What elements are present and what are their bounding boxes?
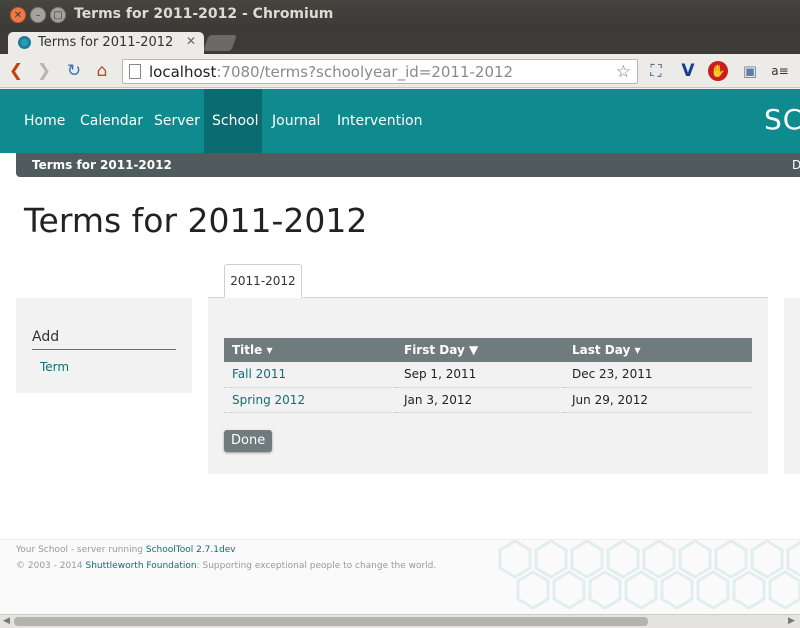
column-header-last-day[interactable]: Last Day ▾ xyxy=(564,338,752,362)
column-header-title[interactable]: Title ▾ xyxy=(224,338,396,362)
shuttleworth-link[interactable]: Shuttleworth Foundation xyxy=(86,561,197,571)
adblock-extension-icon[interactable]: ✋ xyxy=(708,61,728,81)
schooltool-favicon-icon xyxy=(18,36,31,49)
image-extension-icon[interactable]: ▣ xyxy=(740,61,760,81)
star-icon[interactable]: ☆ xyxy=(616,62,631,82)
screenshot-extension-icon[interactable]: ⛶ xyxy=(646,61,666,81)
translate-extension-icon[interactable]: a≡ xyxy=(770,61,790,81)
term-title-link[interactable]: Fall 2011 xyxy=(232,367,286,381)
nav-item-journal[interactable]: Journal xyxy=(264,89,328,153)
breadcrumb-current: Terms for 2011-2012 xyxy=(32,158,172,172)
back-icon[interactable]: ❮ xyxy=(6,61,26,81)
address-bar[interactable]: localhost:7080/terms?schoolyear_id=2011-… xyxy=(122,59,638,84)
table-row: Spring 2012 Jan 3, 2012 Jun 29, 2012 xyxy=(224,387,752,413)
minimize-window-button[interactable]: – xyxy=(30,7,46,23)
add-panel-heading: Add xyxy=(32,329,176,350)
window-titlebar: ✕ – □ Terms for 2011-2012 - Chromium xyxy=(0,0,800,30)
main-navigation: Home Calendar Server School Journal Inte… xyxy=(0,89,800,153)
brand-logo[interactable]: SC xyxy=(764,103,800,136)
footer: Your School - server running SchoolTool … xyxy=(0,539,800,614)
add-panel: Add Term xyxy=(16,298,192,393)
nav-item-server[interactable]: Server xyxy=(146,89,208,153)
maximize-window-button[interactable]: □ xyxy=(50,7,66,23)
term-last-day: Jun 29, 2012 xyxy=(564,387,752,413)
page-icon xyxy=(129,64,141,79)
scroll-left-arrow-icon[interactable]: ◀ xyxy=(3,615,10,628)
new-tab-button[interactable] xyxy=(203,35,237,51)
breadcrumb: Terms for 2011-2012 D xyxy=(16,153,800,177)
tab-2011-2012[interactable]: 2011-2012 xyxy=(224,264,302,298)
terms-table: Title ▾ First Day ▼ Last Day ▾ Fall 2011… xyxy=(224,338,752,413)
term-first-day: Jan 3, 2012 xyxy=(396,387,564,413)
schooltool-link[interactable]: SchoolTool 2.7.1dev xyxy=(146,545,236,555)
footer-server-line: Your School - server running SchoolTool … xyxy=(16,545,236,555)
horizontal-scrollbar[interactable]: ◀ ▶ xyxy=(0,614,800,628)
web-page: Home Calendar Server School Journal Inte… xyxy=(0,89,800,614)
term-last-day: Dec 23, 2011 xyxy=(564,362,752,388)
close-window-button[interactable]: ✕ xyxy=(10,7,26,23)
browser-toolbar: ❮ ❯ ↻ ⌂ localhost:7080/terms?schoolyear_… xyxy=(0,54,800,88)
reload-icon[interactable]: ↻ xyxy=(64,61,84,81)
forward-icon[interactable]: ❯ xyxy=(34,61,54,81)
term-title-link[interactable]: Spring 2012 xyxy=(232,393,305,407)
tab-close-icon[interactable]: ✕ xyxy=(186,34,196,48)
browser-tab-strip: Terms for 2011-2012 ✕ xyxy=(0,30,800,55)
done-button[interactable]: Done xyxy=(224,430,273,452)
breadcrumb-right[interactable]: D xyxy=(792,158,800,172)
browser-tab[interactable]: Terms for 2011-2012 ✕ xyxy=(8,32,204,55)
scrollbar-thumb[interactable] xyxy=(14,617,648,626)
nav-item-calendar[interactable]: Calendar xyxy=(72,89,151,153)
nav-item-home[interactable]: Home xyxy=(16,89,73,153)
add-term-link[interactable]: Term xyxy=(40,360,69,374)
page-title: Terms for 2011-2012 xyxy=(24,201,368,240)
right-panel xyxy=(784,298,800,474)
browser-tab-label: Terms for 2011-2012 xyxy=(38,35,174,50)
terms-content-panel: Title ▾ First Day ▼ Last Day ▾ Fall 2011… xyxy=(208,298,768,474)
window-title: Terms for 2011-2012 - Chromium xyxy=(74,6,334,22)
term-first-day: Sep 1, 2011 xyxy=(396,362,564,388)
nav-item-school[interactable]: School xyxy=(204,89,262,153)
home-icon[interactable]: ⌂ xyxy=(92,61,112,81)
table-row: Fall 2011 Sep 1, 2011 Dec 23, 2011 xyxy=(224,362,752,388)
footer-copyright-line: © 2003 - 2014 Shuttleworth Foundation: S… xyxy=(16,561,437,571)
column-header-first-day[interactable]: First Day ▼ xyxy=(396,338,564,362)
scroll-right-arrow-icon[interactable]: ▶ xyxy=(788,615,795,628)
table-header-row: Title ▾ First Day ▼ Last Day ▾ xyxy=(224,338,752,362)
hexagon-pattern-decoration xyxy=(498,540,800,610)
url-text[interactable]: localhost:7080/terms?schoolyear_id=2011-… xyxy=(149,63,513,81)
nav-item-intervention[interactable]: Intervention xyxy=(329,89,430,153)
v-extension-icon[interactable]: V xyxy=(678,61,698,81)
